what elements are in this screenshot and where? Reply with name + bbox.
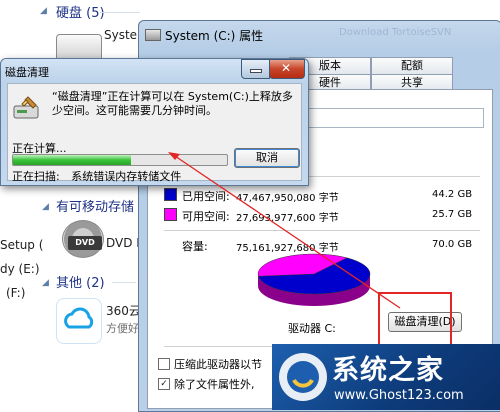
- watermark-logo-icon: [279, 353, 327, 401]
- site-watermark: 系统之家 www.Ghost123.com: [272, 344, 500, 410]
- watermark-url: www.Ghost123.com: [334, 388, 464, 403]
- watermark-title: 系统之家: [332, 355, 444, 386]
